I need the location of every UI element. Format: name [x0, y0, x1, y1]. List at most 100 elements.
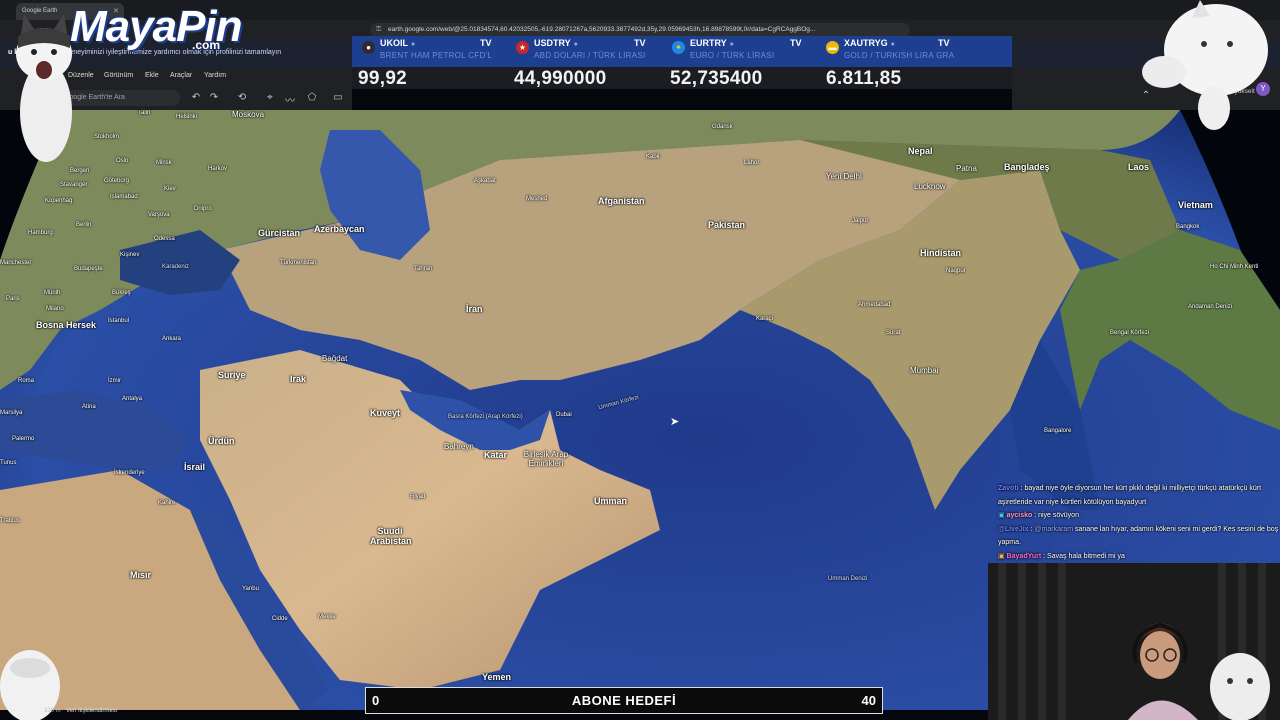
chat-mention: @markaram [1034, 525, 1074, 533]
undo-icon[interactable]: ↶ [190, 92, 202, 103]
chat-message: ▣ BayadYurt : Savaş hala bitmedi mi ya [998, 552, 1125, 560]
streamer-image [988, 563, 1280, 720]
map-label: Patna [956, 164, 977, 173]
map-label: Ürdün [208, 436, 235, 446]
map-label: Meşhed [526, 196, 548, 202]
goal-target: 40 [861, 693, 876, 708]
map-label: Kişinev [120, 252, 140, 258]
map-label: Palermo [12, 436, 35, 442]
menu-add[interactable]: Ekle [145, 72, 159, 79]
tradingview-icon: TV [480, 38, 492, 48]
map-label: Pakistan [708, 220, 746, 230]
map-label: Marsilya [0, 410, 23, 416]
us-flag-icon: ★ [516, 41, 529, 54]
map-label: Talin [138, 110, 151, 116]
polygon-icon[interactable]: ⬠ [306, 92, 318, 103]
map-label: Hamburg [28, 230, 53, 236]
map-label: Umman Denizi [828, 576, 868, 582]
map-label: Manchester [0, 260, 32, 266]
tradingview-icon: TV [938, 38, 950, 48]
map-label: Kahire [158, 500, 176, 506]
ticker-symbol: XAUTRYG [844, 38, 888, 48]
map-label: Hindistan [920, 248, 962, 258]
chat-message: Zavoti : bayad niye öyle diyorsun her kü… [998, 485, 1262, 506]
map-label: Islamabad [110, 194, 138, 200]
chat-message: ▣ aycisko : niye sövüyon [998, 512, 1079, 519]
map-label: Milano [46, 306, 64, 312]
map-label: Kiev [164, 186, 176, 192]
chat-text: bayad niye öyle diyorsun her kürt pkklı … [998, 485, 1262, 506]
map-label: Bangalore [1044, 428, 1072, 434]
cat-overlay-left [16, 14, 72, 162]
redo-icon[interactable]: ↷ [208, 92, 220, 103]
map-label: Moskova [232, 110, 265, 119]
map-label: Bengal Körfezi [1110, 330, 1150, 336]
map-label: Vietnam [1178, 200, 1213, 210]
map-label: Mısır [130, 570, 152, 580]
map-label: Trablus [0, 518, 20, 524]
map-label: Oslo [116, 158, 129, 164]
ticker-values: 99,92 44,990000 52,735400 6.811,85 [352, 67, 1012, 89]
map-label: İsrail [184, 462, 206, 472]
ticker-symbol: EURTRY [690, 38, 727, 48]
map-label: İskenderiye [114, 470, 145, 476]
map-label: Stokholm [94, 134, 120, 140]
map-label: Umman [594, 496, 628, 506]
address-bar[interactable]: ⚿ earth.google.com/web/@25.01834574,60.4… [370, 23, 910, 37]
chat-username: @LiveJix [998, 525, 1029, 533]
map-label: Suudi Arabistan [370, 526, 412, 546]
ticker-value: 44,990000 [514, 68, 607, 89]
map-label: Azerbaycan [314, 224, 365, 234]
url-text: earth.google.com/web/@25.01834574,60.420… [388, 26, 816, 33]
map-label: Bahreyn [444, 442, 474, 451]
map-label: Riyad [410, 494, 426, 500]
map-label: Mumbai [910, 366, 939, 375]
map-label: Ahmedabad [858, 302, 891, 308]
map-label: Kabil [646, 154, 660, 160]
ticker-symbol: UKOIL [380, 38, 408, 48]
map-label: Antalya [122, 396, 143, 402]
map-label: Dnipro [194, 206, 212, 212]
gold-icon: ▬ [826, 41, 839, 54]
map-label: İran [466, 304, 483, 314]
map-label: İzmir [108, 378, 121, 384]
placemark-icon[interactable]: ⌖ [264, 92, 276, 103]
map-label: Roma [18, 378, 35, 384]
map-label: Aşkabat [474, 178, 496, 184]
map-label: Varşova [148, 212, 170, 218]
chat-username: aycisko [1006, 512, 1033, 519]
chat-username: Zavoti [998, 485, 1019, 492]
chat-message: @LiveJix : @markaram sanane lan hıyar, a… [998, 525, 1279, 547]
menu-tools[interactable]: Araçlar [170, 72, 192, 79]
map-label: Irak [290, 374, 307, 384]
webcam-overlay [988, 563, 1280, 720]
data-attribution-link[interactable]: Veri İlişkilendirmesi [66, 708, 117, 714]
menu-help[interactable]: Yardım [204, 72, 226, 79]
tradingview-icon: TV [790, 38, 802, 48]
oil-drop-icon: ● [362, 41, 375, 54]
subscriber-goal-bar: 0 ABONE HEDEFİ 40 [365, 687, 883, 714]
eu-flag-icon: ✦ [672, 41, 685, 54]
map-label: Kopenhag [45, 198, 73, 204]
map-label: Münih [44, 290, 61, 296]
map-label: Harkov [208, 166, 228, 172]
ticker-desc: EURO / TÜRK LİRASI [690, 51, 775, 60]
badge-icon: ▣ [998, 552, 1005, 560]
map-label: Odessa [154, 236, 175, 242]
map-label: Lahor [744, 160, 760, 166]
map-label: Gdansk [712, 124, 733, 130]
path-icon[interactable]: 〰 [284, 92, 296, 107]
map-label: Lucknow [914, 182, 946, 191]
ruler-icon[interactable]: ▭ [332, 92, 344, 103]
history-icon[interactable]: ⟲ [236, 92, 248, 103]
map-label: Bangladeş [1004, 162, 1050, 172]
map-label: Atina [82, 404, 96, 410]
map-label: Tunus [0, 460, 17, 466]
map-label: Budapeşte [74, 266, 103, 272]
ticker-item: ✦ EURTRY ● EURO / TÜRK LİRASI TV [672, 36, 822, 67]
mouse-cursor-icon: ➤ [670, 416, 680, 428]
stream-chat: Zavoti : bayad niye öyle diyorsun her kü… [998, 482, 1280, 563]
map-label: Minsk [156, 160, 172, 166]
menu-view[interactable]: Görünüm [104, 72, 133, 79]
cat-overlay-right [1142, 0, 1268, 130]
